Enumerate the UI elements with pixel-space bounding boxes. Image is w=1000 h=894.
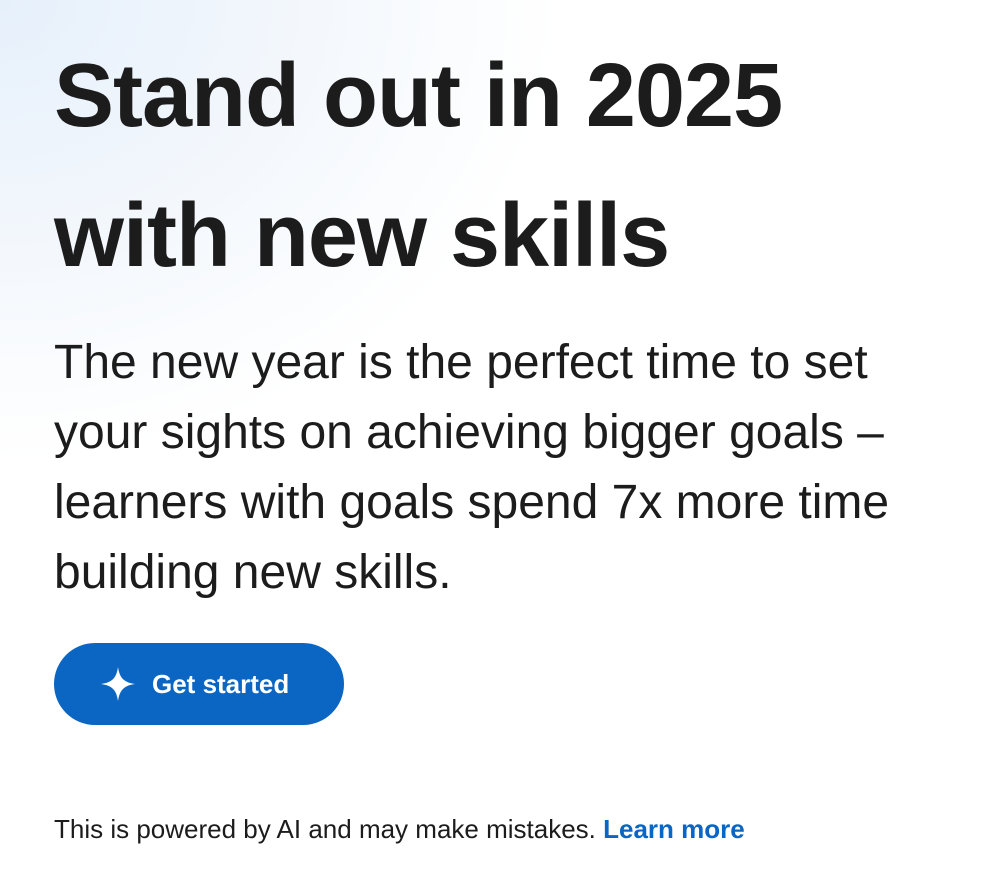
disclaimer-text: This is powered by AI and may make mista… xyxy=(54,814,596,844)
hero-title: Stand out in 2025 with new skills xyxy=(54,26,984,306)
sparkle-icon xyxy=(100,666,136,702)
ai-disclaimer: This is powered by AI and may make mista… xyxy=(54,811,745,847)
hero-title-line: with new skills xyxy=(54,186,670,286)
learn-more-link[interactable]: Learn more xyxy=(603,814,745,844)
hero-title-line: Stand out in 2025 xyxy=(54,46,783,146)
hero-description-line: your sights on achieving bigger goals – xyxy=(54,406,884,459)
get-started-label: Get started xyxy=(152,668,290,699)
hero-section: Stand out in 2025 with new skills xyxy=(54,26,984,306)
hero-description: The new year is the perfect time to set … xyxy=(54,328,984,608)
hero-description-line: The new year is the perfect time to set xyxy=(54,336,868,389)
get-started-button[interactable]: Get started xyxy=(54,643,344,725)
hero-description-line: learners with goals spend 7x more time xyxy=(54,476,890,529)
hero-description-line: building new skills. xyxy=(54,546,452,599)
